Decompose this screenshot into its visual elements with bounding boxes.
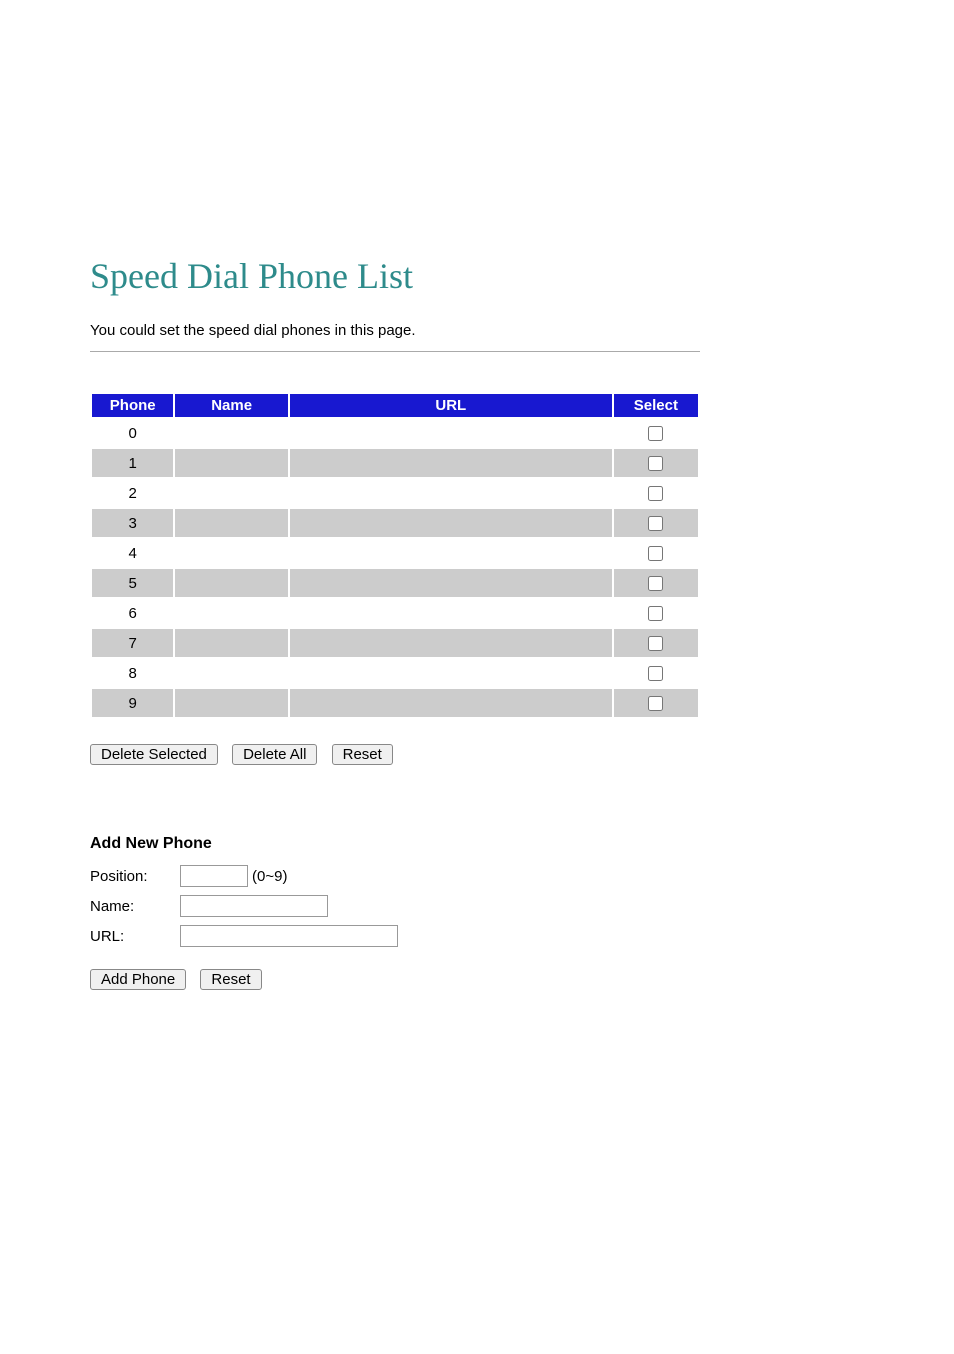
table-row: 5: [92, 569, 698, 597]
speed-dial-table: Phone Name URL Select 0 1 2 3: [90, 392, 700, 719]
header-name: Name: [175, 394, 287, 417]
cell-name: [175, 629, 287, 657]
select-checkbox[interactable]: [648, 696, 663, 711]
cell-url: [290, 689, 612, 717]
table-row: 8: [92, 659, 698, 687]
cell-phone: 9: [92, 689, 173, 717]
cell-url: [290, 419, 612, 447]
select-checkbox[interactable]: [648, 546, 663, 561]
select-checkbox[interactable]: [648, 666, 663, 681]
select-checkbox[interactable]: [648, 636, 663, 651]
select-checkbox[interactable]: [648, 576, 663, 591]
page-title: Speed Dial Phone List: [90, 255, 864, 297]
cell-phone: 3: [92, 509, 173, 537]
reset-list-button[interactable]: Reset: [332, 744, 393, 765]
cell-phone: 8: [92, 659, 173, 687]
select-checkbox[interactable]: [648, 606, 663, 621]
cell-url: [290, 599, 612, 627]
header-select: Select: [614, 394, 698, 417]
delete-all-button[interactable]: Delete All: [232, 744, 317, 765]
position-input[interactable]: [180, 865, 248, 887]
select-checkbox[interactable]: [648, 426, 663, 441]
cell-phone: 5: [92, 569, 173, 597]
header-url: URL: [290, 394, 612, 417]
table-row: 7: [92, 629, 698, 657]
url-label: URL:: [90, 928, 180, 945]
url-input[interactable]: [180, 925, 398, 947]
cell-url: [290, 539, 612, 567]
cell-phone: 7: [92, 629, 173, 657]
cell-name: [175, 449, 287, 477]
cell-name: [175, 659, 287, 687]
cell-url: [290, 569, 612, 597]
header-phone: Phone: [92, 394, 173, 417]
select-checkbox[interactable]: [648, 456, 663, 471]
table-row: 2: [92, 479, 698, 507]
page-description: You could set the speed dial phones in t…: [90, 322, 864, 339]
select-checkbox[interactable]: [648, 486, 663, 501]
table-row: 9: [92, 689, 698, 717]
cell-name: [175, 509, 287, 537]
name-input[interactable]: [180, 895, 328, 917]
cell-url: [290, 659, 612, 687]
position-label: Position:: [90, 868, 180, 885]
cell-url: [290, 629, 612, 657]
divider: [90, 351, 700, 352]
cell-name: [175, 569, 287, 597]
delete-selected-button[interactable]: Delete Selected: [90, 744, 218, 765]
table-row: 0: [92, 419, 698, 447]
cell-name: [175, 599, 287, 627]
cell-url: [290, 449, 612, 477]
name-label: Name:: [90, 898, 180, 915]
add-phone-button[interactable]: Add Phone: [90, 969, 186, 990]
position-hint: (0~9): [252, 868, 287, 885]
reset-add-button[interactable]: Reset: [200, 969, 261, 990]
cell-url: [290, 479, 612, 507]
cell-name: [175, 419, 287, 447]
cell-name: [175, 479, 287, 507]
select-checkbox[interactable]: [648, 516, 663, 531]
cell-phone: 1: [92, 449, 173, 477]
cell-phone: 6: [92, 599, 173, 627]
cell-url: [290, 509, 612, 537]
cell-name: [175, 689, 287, 717]
table-row: 4: [92, 539, 698, 567]
cell-name: [175, 539, 287, 567]
cell-phone: 2: [92, 479, 173, 507]
table-row: 1: [92, 449, 698, 477]
add-phone-heading: Add New Phone: [90, 835, 864, 853]
table-row: 6: [92, 599, 698, 627]
table-row: 3: [92, 509, 698, 537]
cell-phone: 0: [92, 419, 173, 447]
cell-phone: 4: [92, 539, 173, 567]
